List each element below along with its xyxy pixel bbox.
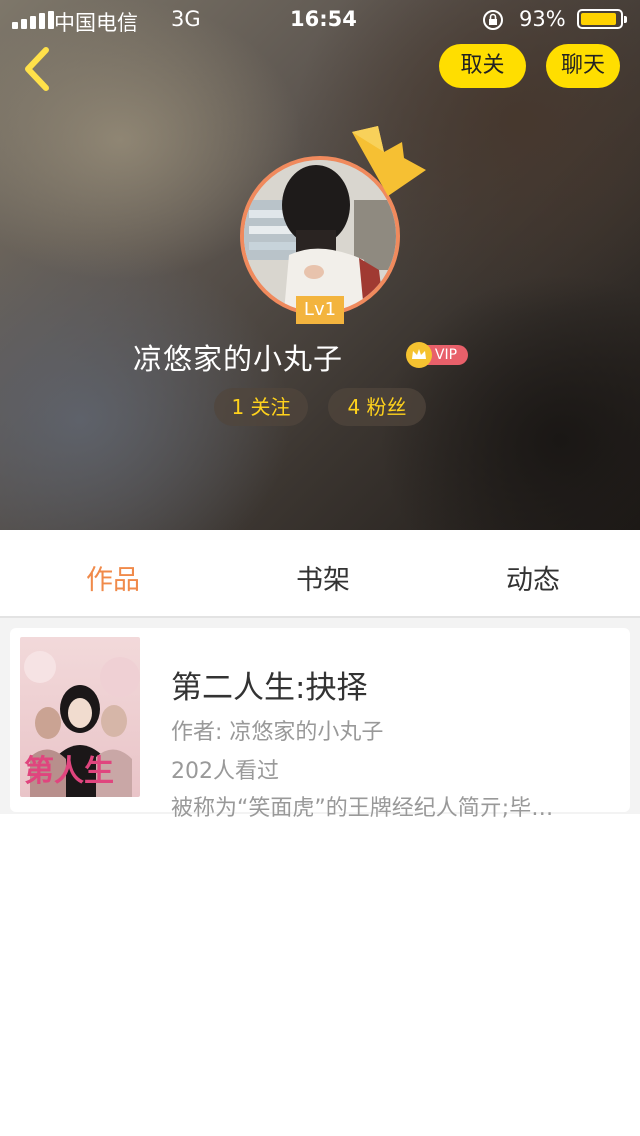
tab-works[interactable]: 作品 [86,558,140,597]
vip-badge: VIP [406,342,468,368]
book-cover-title: 第人生 [24,754,114,788]
book-title: 第二人生:抉择 [171,670,368,706]
tab-moments[interactable]: 动态 [506,558,560,597]
level-badge: Lv1 [296,296,344,324]
unfollow-button[interactable]: 取关 [439,44,526,88]
tab-bookshelf[interactable]: 书架 [296,558,350,597]
carrier-name: 中国电信 [54,11,138,35]
list-item[interactable]: 第人生 第二人生:抉择 作者: 凉悠家的小丸子 202人看过 被称为“笑面虎”的… [10,628,630,821]
battery-icon [577,9,627,29]
fans-count[interactable]: 4 粉丝 [328,388,426,426]
profile-header: 中国电信 3G 16:54 93% 取关 聊天 Lv1 凉悠家的小丸子 VIP … [0,0,640,530]
battery-nub [624,16,627,23]
status-bar: 中国电信 3G 16:54 93% [0,0,640,40]
vip-crown-icon [406,342,432,368]
rotation-lock-icon [483,10,503,30]
book-description: 被称为“笑面虎”的王牌经纪人简亓;毕… [171,796,554,821]
book-views: 202人看过 [171,759,279,784]
chevron-left-icon[interactable] [18,44,58,94]
following-count[interactable]: 1 关注 [214,388,308,426]
battery-percent: 93% [519,7,566,31]
book-author: 作者: 凉悠家的小丸子 [171,720,384,745]
battery-fill [581,13,616,25]
clock: 16:54 [290,7,357,31]
crown-icon [352,126,426,196]
chat-button[interactable]: 聊天 [546,44,620,88]
book-cover: 第人生 [20,637,140,797]
works-list: 第人生 第二人生:抉择 作者: 凉悠家的小丸子 202人看过 被称为“笑面虎”的… [0,618,640,821]
tab-bar: 作品 书架 动态 [0,530,640,618]
network-type: 3G [171,7,201,31]
signal-icon [12,11,54,29]
